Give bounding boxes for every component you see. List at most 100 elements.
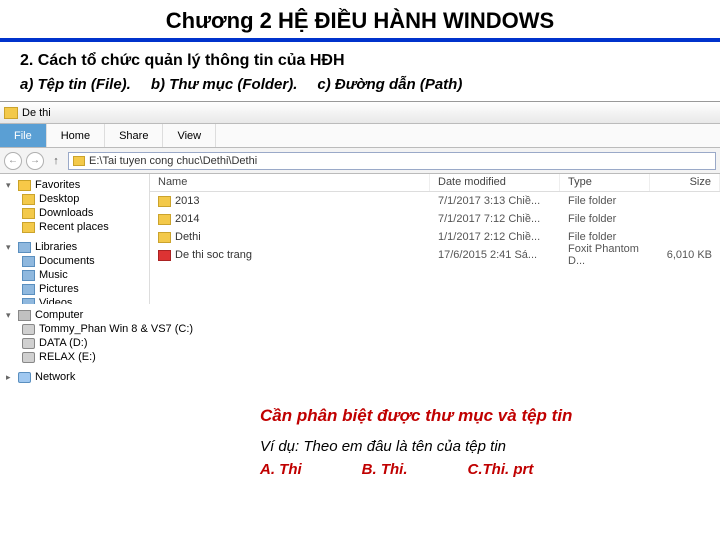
nav-item-label: Recent places bbox=[39, 221, 109, 233]
nav-item-label: Music bbox=[39, 269, 68, 281]
libraries-icon bbox=[18, 242, 31, 253]
star-icon bbox=[18, 180, 31, 191]
chevron-down-icon: ▾ bbox=[6, 310, 14, 321]
col-type[interactable]: Type bbox=[560, 174, 650, 191]
nav-label: Libraries bbox=[35, 241, 77, 253]
library-icon bbox=[22, 284, 35, 295]
file-type: File folder bbox=[560, 195, 650, 207]
folder-icon bbox=[158, 232, 171, 243]
address-input[interactable]: E:\Tai tuyen cong chuc\Dethi\Dethi bbox=[68, 152, 716, 170]
nav-favorites[interactable]: ▾Favorites bbox=[0, 178, 149, 192]
nav-item-downloads[interactable]: Downloads bbox=[0, 206, 149, 220]
nav-item-recent[interactable]: Recent places bbox=[0, 220, 149, 234]
column-headers: Name Date modified Type Size bbox=[150, 174, 720, 192]
address-bar: ← → ↑ E:\Tai tuyen cong chuc\Dethi\Dethi bbox=[0, 148, 720, 174]
file-name: De thi soc trang bbox=[175, 249, 252, 261]
file-date: 1/1/2017 2:12 Chiề... bbox=[430, 231, 560, 243]
nav-item-drive-d[interactable]: DATA (D:) bbox=[0, 336, 220, 350]
sub-c: c) Đường dẫn (Path) bbox=[317, 76, 462, 93]
title-underline bbox=[0, 38, 720, 42]
nav-item-label: DATA (D:) bbox=[39, 337, 87, 349]
nav-item-desktop[interactable]: Desktop bbox=[0, 192, 149, 206]
folder-icon bbox=[158, 214, 171, 225]
titlebar: De thi bbox=[0, 102, 720, 124]
file-name: 2013 bbox=[175, 195, 199, 207]
nav-computer[interactable]: ▾ Computer bbox=[0, 308, 220, 322]
nav-label: Computer bbox=[35, 309, 83, 321]
network-icon bbox=[18, 372, 31, 383]
note-highlight: Cần phân biệt được thư mục và tệp tin bbox=[0, 394, 720, 434]
file-row[interactable]: De thi soc trang 17/6/2015 2:41 Sá...Foxi… bbox=[150, 246, 720, 264]
file-size: 6,010 KB bbox=[650, 249, 720, 261]
file-date: 17/6/2015 2:41 Sá... bbox=[430, 249, 560, 261]
address-text: E:\Tai tuyen cong chuc\Dethi\Dethi bbox=[89, 155, 257, 167]
folder-icon bbox=[73, 156, 85, 166]
nav-item-drive-c[interactable]: Tommy_Phan Win 8 & VS7 (C:) bbox=[0, 322, 220, 336]
nav-libraries[interactable]: ▾ Libraries bbox=[0, 240, 149, 254]
example-prompt: Ví dụ: Theo em đâu là tên của tệp tin bbox=[0, 434, 720, 461]
nav-item-label: Videos bbox=[39, 297, 72, 304]
col-name[interactable]: Name bbox=[150, 174, 430, 191]
nav-item-label: RELAX (E:) bbox=[39, 351, 96, 363]
library-icon bbox=[22, 256, 35, 267]
choice-c: C.Thi. prt bbox=[468, 461, 534, 478]
nav-item-label: Pictures bbox=[39, 283, 79, 295]
nav-item-pictures[interactable]: Pictures bbox=[0, 282, 149, 296]
file-name: Dethi bbox=[175, 231, 201, 243]
drive-icon bbox=[22, 324, 35, 335]
nav-item-drive-e[interactable]: RELAX (E:) bbox=[0, 350, 220, 364]
file-type: Foxit Phantom D... bbox=[560, 243, 650, 267]
nav-label: Network bbox=[35, 371, 75, 383]
choice-b: B. Thi. bbox=[362, 461, 408, 478]
col-size[interactable]: Size bbox=[650, 174, 720, 191]
file-type: File folder bbox=[560, 213, 650, 225]
sub-b: b) Thư mục (Folder). bbox=[151, 76, 298, 93]
folder-icon bbox=[22, 222, 35, 233]
tab-file[interactable]: File bbox=[0, 124, 47, 147]
file-explorer: De thi File Home Share View ← → ↑ E:\Tai… bbox=[0, 101, 720, 304]
chevron-down-icon: ▾ bbox=[6, 242, 14, 253]
nav-item-videos[interactable]: Videos bbox=[0, 296, 149, 304]
subitems-row: a) Tệp tin (File). b) Thư mục (Folder). … bbox=[0, 76, 720, 101]
slide-title: Chương 2 HỆ ĐIỀU HÀNH WINDOWS bbox=[0, 0, 720, 38]
file-name: 2014 bbox=[175, 213, 199, 225]
file-list-pane: Name Date modified Type Size 2013 7/1/201… bbox=[150, 174, 720, 304]
folder-icon bbox=[158, 196, 171, 207]
nav-item-documents[interactable]: Documents bbox=[0, 254, 149, 268]
nav-item-label: Documents bbox=[39, 255, 95, 267]
library-icon bbox=[22, 270, 35, 281]
nav-network[interactable]: ▸ Network bbox=[0, 370, 220, 384]
drive-icon bbox=[22, 338, 35, 349]
tab-view[interactable]: View bbox=[163, 124, 216, 147]
file-date: 7/1/2017 7:12 Chiề... bbox=[430, 213, 560, 225]
file-row[interactable]: 2013 7/1/2017 3:13 Chiề...File folder bbox=[150, 192, 720, 210]
chevron-right-icon: ▸ bbox=[6, 372, 14, 383]
drive-icon bbox=[22, 352, 35, 363]
file-row[interactable]: 2014 7/1/2017 7:12 Chiề...File folder bbox=[150, 210, 720, 228]
navigation-pane-lower: ▾ Computer Tommy_Phan Win 8 & VS7 (C:) DA… bbox=[0, 304, 220, 394]
window-title: De thi bbox=[22, 107, 51, 119]
folder-icon bbox=[4, 107, 18, 119]
folder-icon bbox=[22, 194, 35, 205]
pdf-icon bbox=[158, 250, 171, 261]
navigation-pane: ▾Favorites Desktop Downloads Recent plac… bbox=[0, 174, 150, 304]
nav-back-button[interactable]: ← bbox=[4, 152, 22, 170]
tab-home[interactable]: Home bbox=[47, 124, 105, 147]
computer-icon bbox=[18, 310, 31, 321]
library-icon bbox=[22, 298, 35, 305]
nav-item-music[interactable]: Music bbox=[0, 268, 149, 282]
nav-forward-button[interactable]: → bbox=[26, 152, 44, 170]
file-type: File folder bbox=[560, 231, 650, 243]
sub-a: a) Tệp tin (File). bbox=[20, 76, 131, 93]
tab-share[interactable]: Share bbox=[105, 124, 163, 147]
file-date: 7/1/2017 3:13 Chiề... bbox=[430, 195, 560, 207]
col-date[interactable]: Date modified bbox=[430, 174, 560, 191]
section-heading: 2. Cách tổ chức quản lý thông tin của HĐ… bbox=[0, 52, 720, 76]
nav-up-button[interactable]: ↑ bbox=[48, 153, 64, 169]
choice-a: A. Thi bbox=[260, 461, 302, 478]
nav-item-label: Downloads bbox=[39, 207, 93, 219]
ribbon-tabs: File Home Share View bbox=[0, 124, 720, 148]
example-choices: A. Thi B. Thi. C.Thi. prt bbox=[0, 461, 720, 478]
nav-item-label: Desktop bbox=[39, 193, 79, 205]
nav-label: Favorites bbox=[35, 179, 80, 191]
